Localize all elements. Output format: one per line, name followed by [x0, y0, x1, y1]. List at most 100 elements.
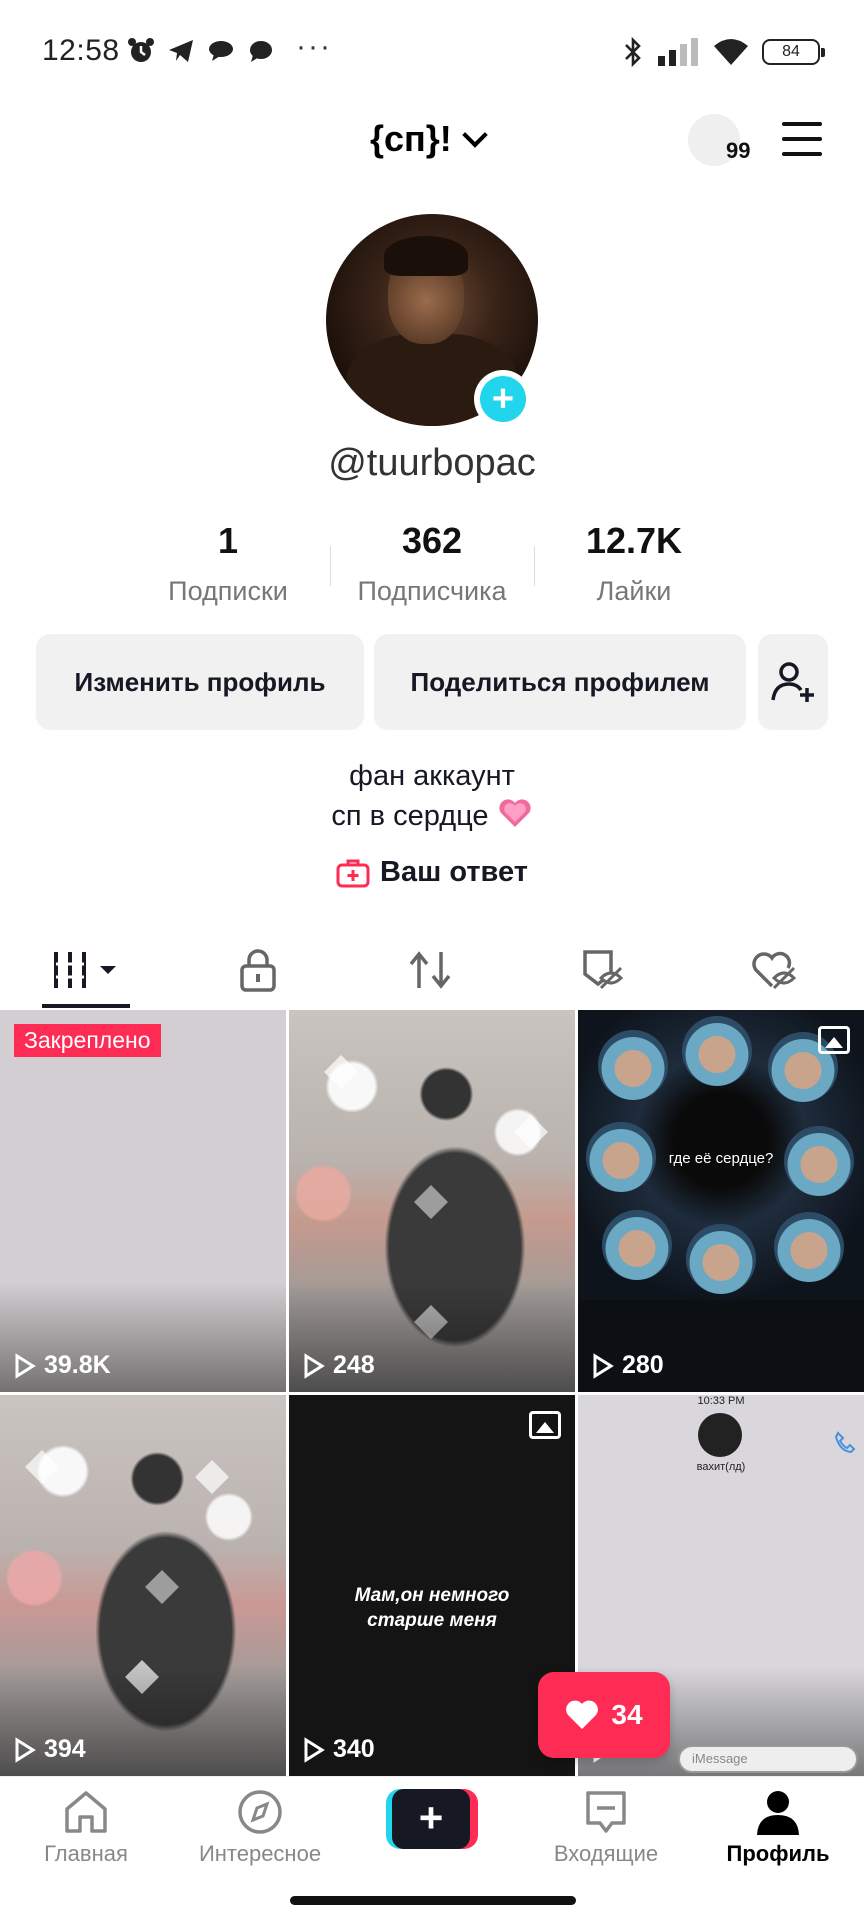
stat-divider	[330, 546, 331, 586]
status-bar: 12:58 ··· 84	[0, 0, 864, 100]
likes-count: 12.7K	[585, 520, 683, 561]
bio-line: сп в сердце	[331, 800, 489, 832]
home-icon	[65, 1791, 107, 1833]
video-tile[interactable]: 394	[0, 1395, 286, 1776]
more-notifications-icon: ···	[296, 30, 332, 63]
compass-icon	[238, 1790, 282, 1834]
active-tab-indicator	[42, 1004, 130, 1008]
play-icon	[15, 1352, 36, 1379]
notification-count: 99	[726, 138, 751, 163]
view-count: 280	[592, 1351, 664, 1380]
add-user-icon	[771, 662, 814, 702]
status-system-icons: 84	[622, 36, 825, 68]
contact-name: вахит(лд)	[696, 1461, 746, 1473]
username: @tuurbopac	[328, 442, 536, 484]
hamburger-menu-icon[interactable]	[782, 122, 822, 156]
video-grid: Закреплено 39.8K 248 где её сердце? 280 …	[0, 1010, 864, 1776]
add-avatar-plus-icon[interactable]: +	[474, 370, 532, 428]
tab-private[interactable]	[172, 930, 344, 1010]
content-tabs	[0, 930, 864, 1010]
likes-label: Лайки	[596, 576, 672, 606]
bio-line: фан аккаунт	[349, 760, 515, 792]
bluetooth-icon	[625, 36, 641, 68]
plus-icon: +	[392, 1789, 470, 1849]
photo-caption: Мам,он немного старше меня	[354, 1585, 510, 1631]
video-tile[interactable]: Закреплено 39.8K	[0, 1010, 286, 1392]
home-indicator	[290, 1896, 576, 1905]
message-icon	[250, 41, 272, 62]
lock-icon	[240, 949, 276, 992]
nav-home-label: Главная	[44, 1841, 128, 1866]
edit-profile-button[interactable]: Изменить профиль	[36, 634, 364, 730]
status-time: 12:58	[42, 34, 120, 67]
nav-profile[interactable]: Профиль	[692, 1789, 864, 1867]
add-friend-button[interactable]	[758, 634, 828, 730]
status-notification-icons	[126, 36, 276, 66]
qa-answer-link[interactable]: Ваш ответ	[0, 856, 864, 889]
tab-favorites[interactable]	[516, 930, 688, 1010]
nav-discover[interactable]: Интересное	[174, 1789, 346, 1867]
answer-label: Ваш ответ	[380, 856, 528, 888]
profile-stats: 1 Подписки 362 Подписчика 12.7K Лайки	[0, 520, 864, 610]
video-tile[interactable]: 248	[289, 1010, 575, 1392]
medical-bag-icon	[336, 859, 370, 887]
video-grid-icon	[54, 952, 116, 988]
bio-line-with-emoji: сп в сердце	[0, 796, 864, 836]
play-icon	[593, 1352, 614, 1379]
account-switcher[interactable]: {сп}!	[370, 118, 488, 160]
likes-notification-popup[interactable]: 34	[538, 1672, 670, 1758]
followers-label: Подписчика	[357, 576, 507, 606]
followers-count: 362	[401, 520, 463, 561]
wifi-icon	[714, 39, 748, 65]
heart-icon	[566, 1700, 599, 1729]
play-icon	[304, 1736, 325, 1763]
stat-likes[interactable]: 12.7K Лайки	[534, 520, 734, 607]
likes-popup-count: 34	[611, 1699, 643, 1730]
nav-inbox-label: Входящие	[553, 1841, 659, 1866]
phone-icon	[834, 1431, 856, 1453]
signal-icon	[658, 38, 698, 66]
nav-inbox[interactable]: Входящие	[520, 1789, 692, 1867]
play-icon	[304, 1352, 325, 1379]
stat-followers[interactable]: 362 Подписчика	[332, 520, 532, 607]
photo-tile[interactable]: Мам,он немного старше меня 340	[289, 1395, 575, 1776]
pinned-badge: Закреплено	[14, 1024, 161, 1057]
beating-heart-emoji-icon	[499, 799, 531, 827]
photo-carousel-icon	[818, 1026, 850, 1054]
nav-home[interactable]: Главная	[0, 1789, 172, 1867]
tab-videos[interactable]	[0, 930, 172, 1010]
view-count: 248	[303, 1351, 375, 1380]
nav-discover-label: Интересное	[198, 1841, 322, 1866]
battery-indicator: 84	[762, 39, 825, 65]
screenshot-time: 10:33 PM	[697, 1395, 745, 1407]
telegram-icon	[169, 40, 193, 62]
bottom-navigation: Главная Интересное + Входящие Профиль	[0, 1776, 864, 1886]
photo-caption: где её сердце?	[668, 1150, 774, 1167]
tab-liked[interactable]	[688, 930, 860, 1010]
share-profile-button[interactable]: Поделиться профилем	[374, 634, 746, 730]
following-count: 1	[217, 520, 239, 561]
photo-carousel-icon	[529, 1411, 561, 1439]
view-count: 394	[14, 1735, 86, 1764]
view-count: 340	[303, 1735, 375, 1764]
hidden-heart-icon	[752, 951, 797, 990]
alarm-icon	[128, 38, 154, 62]
profile-header: {сп}! 99	[0, 100, 864, 180]
profile-person-icon	[757, 1791, 799, 1835]
imessage-field: iMessage	[678, 1745, 858, 1773]
profile-bio: фан аккаунт сп в сердце	[0, 756, 864, 836]
stat-following[interactable]: 1 Подписки	[128, 520, 328, 607]
account-name: {сп}!	[370, 118, 452, 159]
contact-avatar	[698, 1413, 742, 1457]
inbox-icon	[586, 1791, 626, 1833]
chat-bubbles-icon	[209, 41, 233, 61]
play-icon	[15, 1736, 36, 1763]
tab-reposts[interactable]	[344, 930, 516, 1010]
view-count: 39.8K	[14, 1351, 111, 1380]
following-label: Подписки	[168, 576, 288, 606]
repost-icon	[409, 951, 451, 989]
chevron-down-icon	[462, 122, 488, 148]
nav-profile-label: Профиль	[726, 1841, 830, 1866]
photo-tile[interactable]: где её сердце? 280	[578, 1010, 864, 1392]
create-post-button[interactable]: +	[386, 1789, 478, 1849]
